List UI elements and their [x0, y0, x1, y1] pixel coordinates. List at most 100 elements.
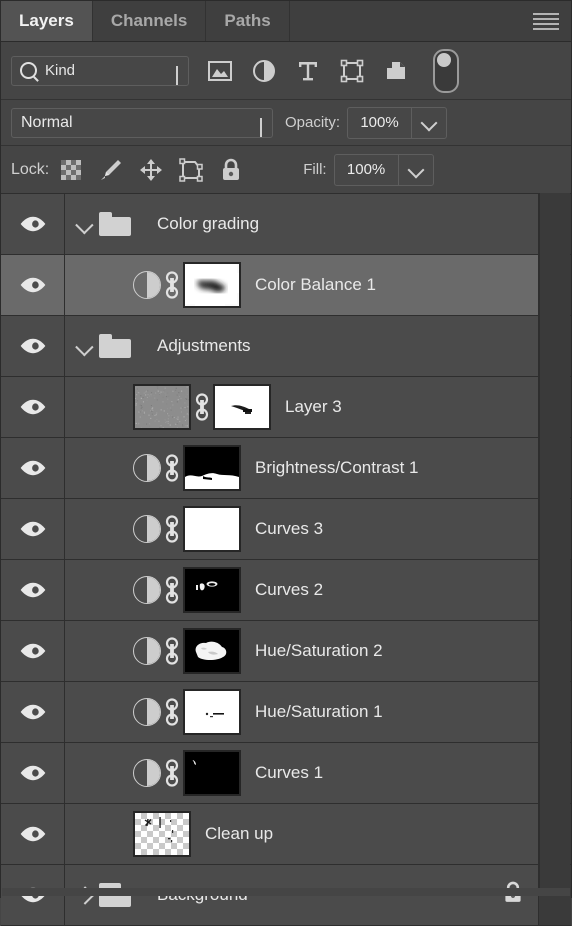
layer-list-scrollbar[interactable]	[539, 193, 570, 896]
fill-value[interactable]: 100%	[335, 155, 398, 185]
adjustment-layer-icon[interactable]	[133, 271, 161, 299]
layer-visibility-toggle[interactable]	[1, 499, 65, 559]
smart-object-filter-icon[interactable]	[383, 58, 409, 84]
layer-row[interactable]: Hue/Saturation 2	[1, 621, 571, 682]
mask-link-icon[interactable]	[191, 392, 213, 422]
layer-row-body[interactable]: Curves 3	[65, 499, 538, 559]
layer-row-body[interactable]: Curves 1	[65, 743, 538, 803]
layer-row-body[interactable]: Adjustments	[65, 316, 538, 376]
layer-row[interactable]: Clean up	[1, 804, 571, 865]
mask-link-icon[interactable]	[161, 453, 183, 483]
shape-layer-filter-icon[interactable]	[339, 58, 365, 84]
layer-visibility-toggle[interactable]	[1, 377, 65, 437]
mask-link-icon[interactable]	[161, 270, 183, 300]
link-icon-glyph	[162, 514, 182, 544]
group-collapse-chevron-down-icon[interactable]	[75, 218, 97, 231]
layer-visibility-toggle[interactable]	[1, 316, 65, 376]
layer-name[interactable]: Curves 3	[255, 519, 323, 539]
adjustment-layer-icon[interactable]	[133, 698, 161, 726]
layer-mask-thumbnail[interactable]	[183, 506, 241, 552]
adjustment-layer-icon[interactable]	[133, 515, 161, 543]
layer-name[interactable]: Clean up	[205, 824, 273, 844]
mask-link-icon[interactable]	[161, 514, 183, 544]
layer-row-body[interactable]: Color Balance 1	[65, 255, 538, 315]
opacity-value[interactable]: 100%	[348, 108, 411, 138]
layer-name[interactable]: Layer 3	[285, 397, 342, 417]
layer-thumbnail[interactable]	[133, 811, 191, 857]
layer-name[interactable]: Color grading	[157, 214, 259, 234]
layer-row[interactable]: Hue/Saturation 1	[1, 682, 571, 743]
eye-icon-glyph	[20, 216, 46, 232]
layer-thumbnail[interactable]	[133, 384, 191, 430]
adjustment-layer-icon[interactable]	[133, 454, 161, 482]
mask-link-icon[interactable]	[161, 636, 183, 666]
opacity-field[interactable]: 100%	[347, 107, 447, 139]
lock-all-icon[interactable]	[219, 158, 243, 182]
mask-link-icon[interactable]	[161, 697, 183, 727]
adjustment-layer-icon[interactable]	[133, 759, 161, 787]
opacity-slider-arrow[interactable]	[411, 108, 446, 138]
adjustment-layer-icon[interactable]	[133, 576, 161, 604]
layer-row[interactable]: Brightness/Contrast 1	[1, 438, 571, 499]
adjustment-layer-icon[interactable]	[133, 637, 161, 665]
layer-row-body[interactable]: Clean up	[65, 804, 538, 864]
mask-link-icon[interactable]	[161, 758, 183, 788]
layer-visibility-toggle[interactable]	[1, 743, 65, 803]
pixel-layer-filter-icon[interactable]	[207, 58, 233, 84]
layer-name[interactable]: Curves 2	[255, 580, 323, 600]
layer-name[interactable]: Hue/Saturation 2	[255, 641, 383, 661]
tab-paths[interactable]: Paths	[206, 1, 289, 41]
layer-name[interactable]: Curves 1	[255, 763, 323, 783]
layer-mask-thumbnail[interactable]	[183, 567, 241, 613]
mask-link-icon[interactable]	[161, 575, 183, 605]
layer-mask-thumbnail[interactable]	[183, 262, 241, 308]
layer-row[interactable]: Color grading	[1, 194, 571, 255]
layer-mask-art	[185, 264, 239, 306]
layer-row-body[interactable]: Hue/Saturation 2	[65, 621, 538, 681]
layer-row-body[interactable]: Hue/Saturation 1	[65, 682, 538, 742]
layer-visibility-toggle[interactable]	[1, 560, 65, 620]
filter-kind-select[interactable]: Kind	[11, 56, 189, 86]
blend-mode-select[interactable]: Normal	[11, 108, 273, 138]
hamburger-menu-icon[interactable]	[529, 9, 563, 33]
layer-visibility-toggle[interactable]	[1, 194, 65, 254]
fill-field[interactable]: 100%	[334, 154, 434, 186]
layer-visibility-toggle[interactable]	[1, 804, 65, 864]
layer-visibility-toggle[interactable]	[1, 438, 65, 498]
tab-layers[interactable]: Layers	[1, 1, 93, 41]
layer-row[interactable]: Curves 2	[1, 560, 571, 621]
layer-row[interactable]: Layer 3	[1, 377, 571, 438]
layer-row-body[interactable]: Brightness/Contrast 1	[65, 438, 538, 498]
layer-visibility-toggle[interactable]	[1, 255, 65, 315]
layer-row-body[interactable]: Layer 3	[65, 377, 538, 437]
layer-mask-thumbnail[interactable]	[213, 384, 271, 430]
eye-icon-glyph	[20, 277, 46, 293]
layer-name[interactable]: Adjustments	[157, 336, 251, 356]
layer-mask-thumbnail[interactable]	[183, 689, 241, 735]
layer-row-body[interactable]: Color grading	[65, 194, 538, 254]
layer-mask-thumbnail[interactable]	[183, 750, 241, 796]
group-collapse-chevron-down-icon[interactable]	[75, 340, 97, 353]
lock-transparent-pixels-icon[interactable]	[59, 158, 83, 182]
layer-mask-thumbnail[interactable]	[183, 628, 241, 674]
layer-name[interactable]: Hue/Saturation 1	[255, 702, 383, 722]
layer-visibility-toggle[interactable]	[1, 682, 65, 742]
layer-name[interactable]: Color Balance 1	[255, 275, 376, 295]
layer-row[interactable]: Curves 3	[1, 499, 571, 560]
filter-kind-label: Kind	[45, 62, 75, 79]
layer-mask-thumbnail[interactable]	[183, 445, 241, 491]
layer-name[interactable]: Brightness/Contrast 1	[255, 458, 418, 478]
adjustment-layer-filter-icon[interactable]	[251, 58, 277, 84]
layer-row[interactable]: Adjustments	[1, 316, 571, 377]
filter-enable-toggle[interactable]	[433, 49, 459, 93]
lock-artboard-nesting-icon[interactable]	[179, 158, 203, 182]
lock-position-icon[interactable]	[139, 158, 163, 182]
layer-row[interactable]: Curves 1	[1, 743, 571, 804]
type-layer-filter-icon[interactable]	[295, 58, 321, 84]
lock-image-pixels-icon[interactable]	[99, 158, 123, 182]
layer-row-body[interactable]: Curves 2	[65, 560, 538, 620]
layer-visibility-toggle[interactable]	[1, 621, 65, 681]
tab-channels[interactable]: Channels	[93, 1, 207, 41]
layer-row[interactable]: Color Balance 1	[1, 255, 571, 316]
fill-slider-arrow[interactable]	[398, 155, 433, 185]
